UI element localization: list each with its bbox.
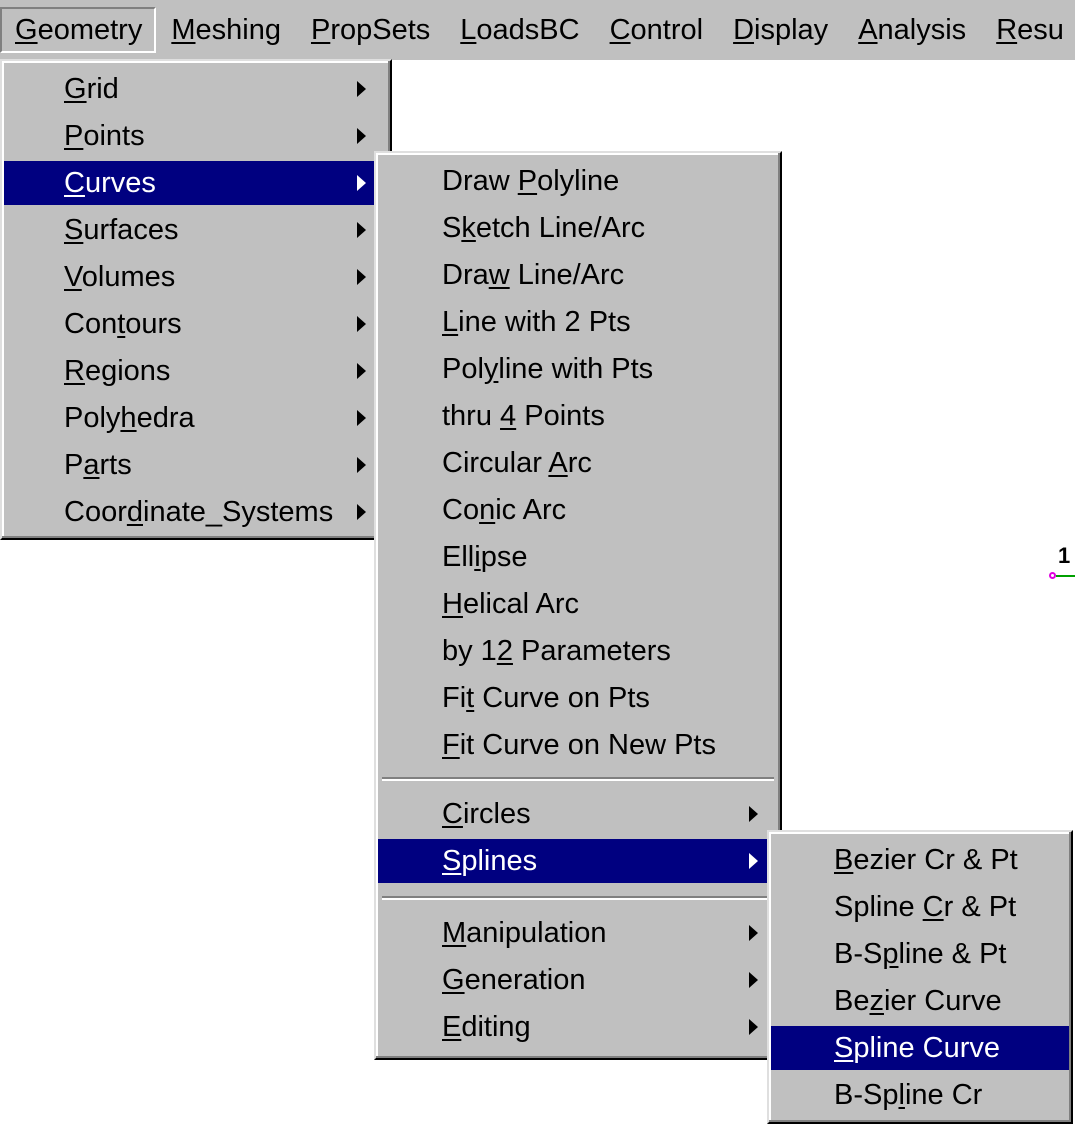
menu-item-conic-arc[interactable]: Conic Arc <box>378 488 778 532</box>
submenu-arrow-icon <box>749 972 758 988</box>
menubar-propsets[interactable]: PropSets <box>296 7 445 53</box>
submenu-arrow-icon <box>357 81 366 97</box>
submenu-arrow-icon <box>357 128 366 144</box>
menubar-loadsbc[interactable]: LoadsBC <box>445 7 594 53</box>
splines-submenu: Bezier Cr & Pt Spline Cr & Pt B-Spline &… <box>767 830 1073 1124</box>
menubar: Geometry Meshing PropSets LoadsBC Contro… <box>0 0 1075 60</box>
menu-item-bezier-curve[interactable]: Bezier Curve <box>771 979 1069 1023</box>
menu-item-draw-polyline[interactable]: Draw Polyline <box>378 159 778 203</box>
menu-item-grid[interactable]: Grid <box>4 67 388 111</box>
geometry-menu: Grid Points Curves Surfaces Volumes Cont… <box>0 59 392 540</box>
menu-item-points[interactable]: Points <box>4 114 388 158</box>
menu-item-by-12-parameters[interactable]: by 12 Parameters <box>378 629 778 673</box>
menu-item-helical-arc[interactable]: Helical Arc <box>378 582 778 626</box>
submenu-arrow-icon <box>357 410 366 426</box>
menu-item-b-spline-pt[interactable]: B-Spline & Pt <box>771 932 1069 976</box>
menubar-control[interactable]: Control <box>595 7 719 53</box>
menu-item-polyline-with-pts[interactable]: Polyline with Pts <box>378 347 778 391</box>
submenu-arrow-icon <box>357 269 366 285</box>
menu-item-fit-curve-on-pts[interactable]: Fit Curve on Pts <box>378 676 778 720</box>
menu-item-regions[interactable]: Regions <box>4 349 388 393</box>
menu-item-parts[interactable]: Parts <box>4 443 388 487</box>
point-marker[interactable] <box>1049 572 1056 579</box>
menubar-display[interactable]: Display <box>718 7 843 53</box>
submenu-arrow-icon <box>749 925 758 941</box>
submenu-arrow-icon <box>357 175 366 191</box>
menu-item-curves[interactable]: Curves <box>4 161 388 205</box>
menu-item-ellipse[interactable]: Ellipse <box>378 535 778 579</box>
menu-separator <box>382 896 774 900</box>
curves-submenu: Draw Polyline Sketch Line/Arc Draw Line/… <box>374 151 782 1060</box>
menu-item-spline-cr-pt[interactable]: Spline Cr & Pt <box>771 885 1069 929</box>
menu-item-circular-arc[interactable]: Circular Arc <box>378 441 778 485</box>
menubar-results[interactable]: Resu <box>981 7 1075 53</box>
menu-item-bezier-cr-pt[interactable]: Bezier Cr & Pt <box>771 838 1069 882</box>
point-label: 1 <box>1058 543 1071 568</box>
menu-item-editing[interactable]: Editing <box>378 1005 778 1049</box>
menubar-geometry[interactable]: Geometry <box>0 7 157 53</box>
menu-item-polyhedra[interactable]: Polyhedra <box>4 396 388 440</box>
menu-item-splines[interactable]: Splines <box>378 839 778 883</box>
menu-item-line-with-2-pts[interactable]: Line with 2 Pts <box>378 300 778 344</box>
menu-item-volumes[interactable]: Volumes <box>4 255 388 299</box>
menubar-meshing[interactable]: Meshing <box>156 7 296 53</box>
menu-item-spline-curve[interactable]: Spline Curve <box>771 1026 1069 1070</box>
submenu-arrow-icon <box>357 363 366 379</box>
submenu-arrow-icon <box>357 457 366 473</box>
menu-item-manipulation[interactable]: Manipulation <box>378 911 778 955</box>
menu-item-surfaces[interactable]: Surfaces <box>4 208 388 252</box>
submenu-arrow-icon <box>357 504 366 520</box>
menu-item-b-spline-cr[interactable]: B-Spline Cr <box>771 1073 1069 1117</box>
curve-segment <box>1056 575 1075 577</box>
menubar-analysis[interactable]: Analysis <box>843 7 981 53</box>
menu-item-thru-4-points[interactable]: thru 4 Points <box>378 394 778 438</box>
menu-item-draw-line-arc[interactable]: Draw Line/Arc <box>378 253 778 297</box>
menu-item-circles[interactable]: Circles <box>378 792 778 836</box>
submenu-arrow-icon <box>749 806 758 822</box>
menu-item-coordinate-systems[interactable]: Coordinate_Systems <box>4 490 388 534</box>
menu-separator <box>382 777 774 781</box>
menu-item-sketch-line-arc[interactable]: Sketch Line/Arc <box>378 206 778 250</box>
submenu-arrow-icon <box>749 853 758 869</box>
menu-item-contours[interactable]: Contours <box>4 302 388 346</box>
menu-item-generation[interactable]: Generation <box>378 958 778 1002</box>
menu-item-fit-curve-on-new-pts[interactable]: Fit Curve on New Pts <box>378 723 778 767</box>
submenu-arrow-icon <box>749 1019 758 1035</box>
submenu-arrow-icon <box>357 316 366 332</box>
submenu-arrow-icon <box>357 222 366 238</box>
